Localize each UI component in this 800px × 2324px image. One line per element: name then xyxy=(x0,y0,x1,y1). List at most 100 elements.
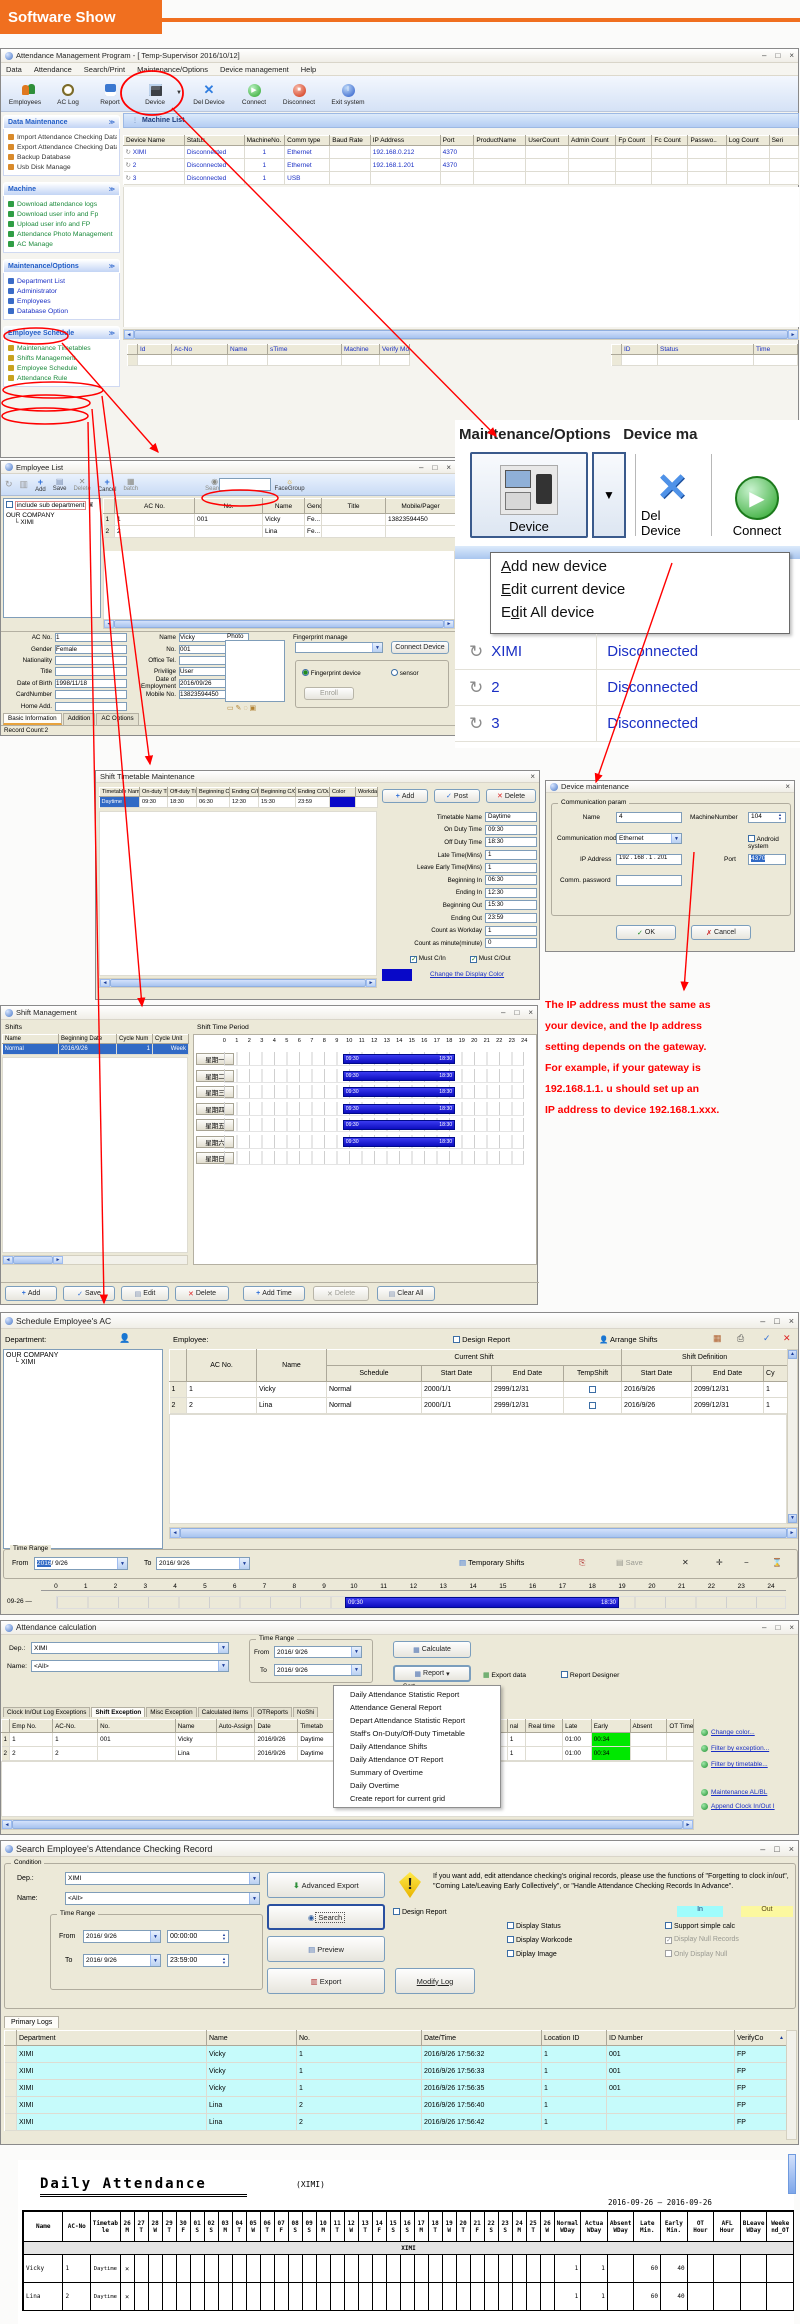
close-button[interactable]: × xyxy=(530,772,535,781)
search-button[interactable]: ◉ Search xyxy=(267,1904,385,1930)
menu-data[interactable]: Data xyxy=(6,65,22,74)
collapse-icon[interactable]: ≫ xyxy=(109,119,115,126)
employee-search-input[interactable] xyxy=(219,478,271,491)
sensor-radio[interactable] xyxy=(391,669,398,676)
col[interactable]: Real time xyxy=(525,1719,564,1733)
log-col[interactable]: Time xyxy=(753,344,798,355)
device-row[interactable]: ↻ 3 Disconnected xyxy=(455,706,800,742)
save-button[interactable]: ▤ Save xyxy=(53,477,67,492)
tempshift-checkbox[interactable] xyxy=(589,1401,597,1409)
minimize-button[interactable]: – xyxy=(760,1316,765,1326)
col-name[interactable]: Name xyxy=(262,498,305,514)
shift-bar[interactable]: 09:30 18:30 xyxy=(342,1070,456,1081)
maximize-button[interactable]: □ xyxy=(774,1316,779,1326)
link-filter-timetable[interactable]: Filter by timetable... xyxy=(701,1761,768,1768)
timetable-col[interactable]: Timetable Name xyxy=(99,787,140,797)
col-verify[interactable]: VerifyCo ▲ xyxy=(734,2030,787,2046)
comm-password-input[interactable] xyxy=(616,875,682,886)
tempshift-checkbox[interactable] xyxy=(589,1385,597,1393)
minus-icon[interactable]: − xyxy=(744,1558,749,1567)
col[interactable]: AC-No. xyxy=(52,1719,99,1733)
col[interactable]: No. xyxy=(97,1719,176,1733)
timetable-col[interactable]: Color xyxy=(329,787,356,797)
close-button[interactable]: × xyxy=(789,1844,794,1854)
report-scroll-fragment[interactable] xyxy=(788,2154,796,2194)
sidebar-item[interactable]: Attendance Photo Management xyxy=(6,229,117,239)
schedule-row[interactable]: 2 2 Lina Normal 2000/1/1 2999/12/31 2016/9/… xyxy=(169,1397,789,1414)
sidebar-item[interactable]: Download attendance logs xyxy=(6,199,117,209)
sidebar-item[interactable]: Administrator xyxy=(6,286,117,296)
dep-combo[interactable]: XIMI ▼ xyxy=(31,1642,229,1654)
form-input[interactable]: Female xyxy=(55,644,127,654)
log-row[interactable]: XIMI Vicky 1 2016/9/26 17:56:35 1 001 FP xyxy=(4,2079,787,2097)
hourglass-icon[interactable]: ⌛ xyxy=(772,1558,782,1567)
employees-button[interactable]: Employees xyxy=(5,78,45,110)
device-big-dropdown[interactable]: ▼ xyxy=(592,452,626,538)
calc-from-combo[interactable]: 2016/ 9/26 ▼ xyxy=(274,1646,362,1658)
tab-basic-information[interactable]: Basic Information xyxy=(3,713,62,725)
collapse-icon[interactable]: ≫ xyxy=(109,330,115,337)
device-row[interactable]: ↻ XIMI Disconnected xyxy=(455,634,800,670)
col-no[interactable]: No. xyxy=(296,2030,422,2046)
tree-node-ximi[interactable]: └ XIMI xyxy=(14,519,98,526)
form-input[interactable] xyxy=(55,667,127,677)
timetable-col[interactable]: On-duty Time xyxy=(139,787,168,797)
device-name-input[interactable]: 4 xyxy=(616,812,682,823)
log-col[interactable]: Name xyxy=(227,344,268,355)
device-dropdown-arrow[interactable]: ▼ xyxy=(176,90,182,96)
close-button[interactable]: × xyxy=(528,1008,533,1017)
col-title[interactable]: Title xyxy=(321,498,386,514)
facegroup-button[interactable]: ☼ FaceGroup xyxy=(275,477,305,492)
unknown-icon[interactable]: ▥ xyxy=(20,479,29,490)
machine-column-header[interactable]: Fp Count xyxy=(615,135,653,146)
sidebar-item[interactable]: Department List xyxy=(6,276,117,286)
device-menu-item[interactable]: Edit All device xyxy=(493,601,787,624)
col-end-date[interactable]: End Date xyxy=(491,1365,564,1382)
device-menu-item[interactable]: Edit current device xyxy=(493,578,787,601)
form-input[interactable] xyxy=(55,655,127,665)
timetable-row[interactable]: Daytime 09:30 18:30 06:30 12:30 15:30 23:59 xyxy=(99,796,378,808)
maximize-button[interactable]: □ xyxy=(514,1008,519,1017)
report-menu-item[interactable]: Summary of Overtime xyxy=(336,1766,498,1779)
tab-addition[interactable]: Addition xyxy=(62,713,96,725)
search-to-date[interactable]: 2016/ 9/26 ▼ xyxy=(83,1954,161,1967)
report-menu-item[interactable]: Staff's On-Duty/Off-Duty Timetable xyxy=(336,1727,498,1740)
export-button[interactable]: ▥ Export xyxy=(267,1968,385,1994)
col[interactable]: nal xyxy=(506,1719,527,1733)
sidebar-section-machine[interactable]: Machine ≫ xyxy=(3,182,120,196)
col-location[interactable]: Location ID xyxy=(541,2030,607,2046)
link-filter-exception[interactable]: Filter by exception... xyxy=(701,1745,769,1752)
link-change-color[interactable]: Change color... xyxy=(701,1729,755,1736)
tab[interactable]: NoShi xyxy=(293,1707,319,1717)
log-col[interactable]: Ac-No xyxy=(171,344,228,355)
apply-check-icon[interactable]: ✓ xyxy=(763,1333,771,1344)
col-schedule[interactable]: Schedule xyxy=(326,1365,422,1382)
timetable-field-input[interactable]: Daytime xyxy=(485,812,537,823)
sidebar-item[interactable]: Upload user info and FP xyxy=(6,219,117,229)
timetable-col[interactable]: Ending C/Out xyxy=(295,787,330,797)
employee-row[interactable]: 22 Lina Fe... xyxy=(103,525,456,538)
design-report-checkbox[interactable] xyxy=(393,1908,400,1915)
device-big-button[interactable]: Device xyxy=(470,452,588,538)
sidebar-item[interactable]: Import Attendance Checking Data xyxy=(6,132,117,142)
sidebar-section-employee-schedule[interactable]: Employee Schedule ≫ xyxy=(3,326,120,340)
log-col[interactable]: Status xyxy=(657,344,754,355)
design-report-checkbox[interactable] xyxy=(453,1336,460,1343)
machine-column-header[interactable]: Admin Count xyxy=(568,135,617,146)
close-x-icon[interactable]: ✕ xyxy=(682,1558,689,1567)
sidebar-item[interactable]: Backup Database xyxy=(6,152,117,162)
shift-bar[interactable]: 09:30 18:30 xyxy=(342,1087,456,1097)
assign-icon[interactable]: ⎘ xyxy=(579,1558,585,1568)
timetable-hscroll[interactable]: ◄ ► xyxy=(99,978,377,988)
machine-column-header[interactable]: UserCount xyxy=(525,135,570,146)
employee-hscroll[interactable]: ◄ ► xyxy=(103,619,455,629)
shifts-col[interactable]: Cycle Unit xyxy=(152,1034,189,1044)
sidebar-section-maintenance-options[interactable]: Maintenance/Options ≫ xyxy=(3,259,120,273)
minimize-button[interactable]: – xyxy=(762,51,766,60)
delete-time-button[interactable]: ✕ Delete xyxy=(313,1286,369,1301)
shift-bar[interactable]: 09:30 18:30 xyxy=(342,1103,456,1114)
schedule-hscroll[interactable]: ◄ ► xyxy=(169,1527,798,1539)
maximize-button[interactable]: □ xyxy=(774,1844,779,1854)
ac-log-button[interactable]: AC Log xyxy=(49,78,87,110)
machine-column-header[interactable]: Passwo.. xyxy=(687,135,727,146)
